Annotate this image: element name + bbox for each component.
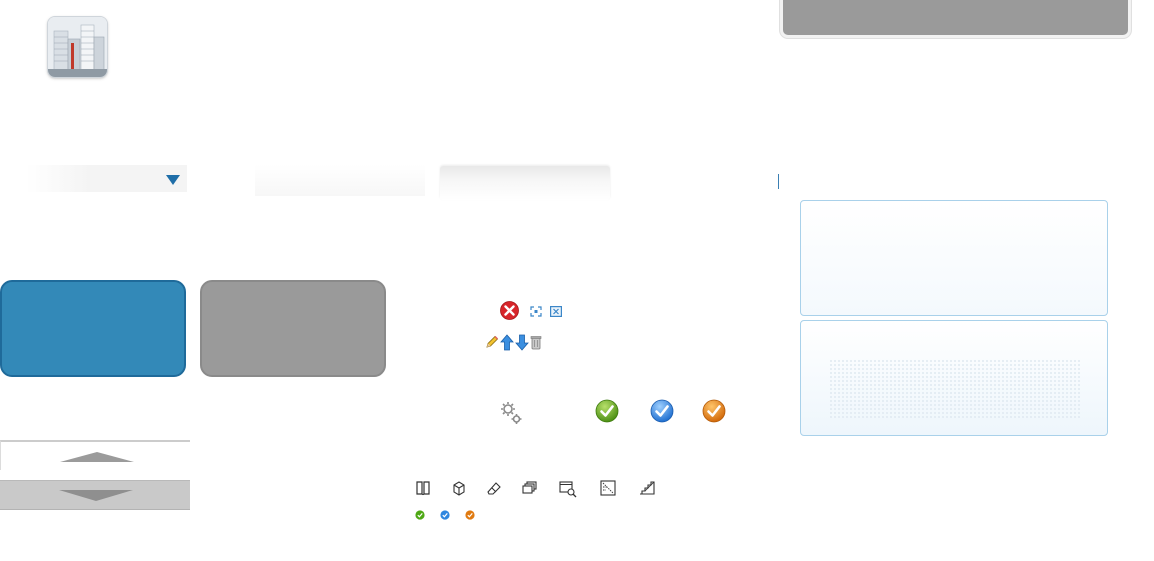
layers-icon[interactable] [522, 480, 538, 496]
check-orange-icon[interactable] [702, 399, 726, 423]
info-panel [800, 200, 1108, 316]
cube-icon[interactable] [451, 480, 467, 496]
fit-view-icon[interactable] [530, 306, 542, 317]
check-green-icon[interactable] [595, 399, 619, 423]
text-field-active[interactable] [440, 166, 610, 200]
pencil-icon[interactable] [485, 335, 499, 349]
arrow-down-icon[interactable] [515, 334, 529, 351]
dot-pattern [829, 359, 1081, 419]
scroll-up-button[interactable] [0, 440, 190, 470]
scroll-down-button[interactable] [0, 480, 190, 510]
arrow-up-icon[interactable] [500, 334, 514, 351]
grid-chart-icon[interactable] [600, 480, 616, 496]
close-box-icon[interactable] [550, 306, 562, 317]
stairs-icon[interactable] [639, 480, 655, 496]
check-orange-small-icon[interactable] [465, 510, 475, 520]
check-blue-icon[interactable] [650, 399, 674, 423]
delete-red-icon[interactable] [500, 301, 519, 320]
arrow-up-triangle-icon [60, 452, 134, 462]
arrow-down-triangle-icon [59, 490, 133, 501]
check-green-small-icon[interactable] [415, 510, 425, 520]
triangle-down-icon[interactable] [166, 175, 180, 185]
dropdown-select[interactable] [26, 165, 187, 192]
book-icon[interactable] [415, 480, 431, 496]
content-panel [800, 320, 1108, 436]
window-search-icon[interactable] [559, 480, 577, 498]
top-bar [780, 0, 1131, 38]
secondary-button[interactable] [200, 280, 386, 377]
text-cursor [778, 174, 779, 189]
gears-icon[interactable] [499, 400, 523, 426]
trash-can-icon[interactable] [530, 335, 542, 350]
eraser-icon[interactable] [486, 480, 502, 496]
building-thumbnail[interactable] [48, 17, 107, 77]
primary-button[interactable] [0, 280, 186, 377]
check-blue-small-icon[interactable] [440, 510, 450, 520]
text-field[interactable] [255, 164, 425, 196]
